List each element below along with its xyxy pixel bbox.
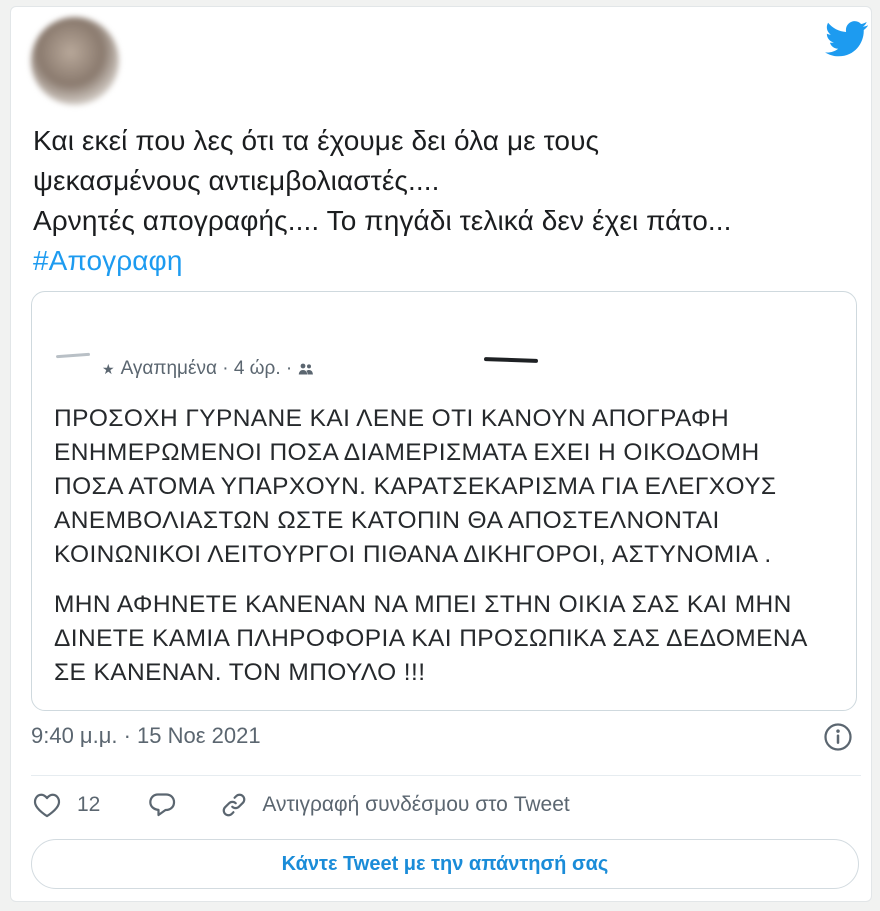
quoted-text-line: ΚΟΙΝΩΝΙΚΟΙ ΛΕΙΤΟΥΡΓΟΙ ΠΙΘΑΝΑ ΔΙΚΗΓΟΡΟΙ, … [54, 541, 772, 568]
hashtag-link[interactable]: #Απογραφη [33, 241, 863, 281]
copy-link-label: Αντιγραφή συνδέσμου στο Tweet [262, 793, 570, 816]
quoted-text-line: ΑΝΕΜΒΟΛΙΑΣΤΩΝ ΩΣΤΕ ΚΑΤΟΠΙΝ ΘΑ ΑΠΟΣΤΕΛΝΟΝ… [54, 507, 720, 534]
quoted-text-line: ΣΕ ΚΑΝΕΝΑΝ. ΤΟΝ ΜΠΟΥΛΟ !!! [54, 659, 426, 686]
quoted-text-line: ΕΝΗΜΕΡΩΜΕΝΟΙ ΠΟΣΑ ΔΙΑΜΕΡΙΣΜΑΤΑ ΕΧΕΙ Η ΟΙ… [54, 439, 760, 466]
tweet-text-line: Και εκεί που λες ότι τα έχουμε δει όλα μ… [33, 125, 600, 156]
tweet-text-line: ψεκασμένους αντιεμβολιαστές.... [33, 165, 440, 196]
quoted-post-text: ΠΡΟΣΟΧΗ ΓΥΡΝΑΝΕ ΚΑΙ ΛΕΝΕ ΟΤΙ ΚΑΝΟΥΝ ΑΠΟΓ… [54, 402, 844, 690]
copy-link-button[interactable]: Αντιγραφή συνδέσμου στο Tweet [220, 791, 570, 819]
tweet-actions: 12 Αντιγραφή συνδέσμου στο Tweet [33, 791, 570, 819]
quoted-post[interactable]: ★ Αγαπημένα · 4 ώρ. · ΠΡΟΣΟΧΗ ΓΥΡΝΑΝΕ ΚΑ… [31, 291, 857, 711]
author-avatar[interactable] [31, 17, 119, 105]
info-icon[interactable] [823, 722, 853, 752]
quoted-text-line: ΠΡΟΣΟΧΗ ΓΥΡΝΑΝΕ ΚΑΙ ΛΕΝΕ ΟΤΙ ΚΑΝΟΥΝ ΑΠΟΓ… [54, 405, 730, 432]
quoted-post-meta: ★ Αγαπημένα · 4 ώρ. · [102, 358, 314, 380]
quoted-author-avatar [55, 352, 91, 359]
quoted-author-name-redacted [483, 357, 539, 363]
like-button[interactable]: 12 [33, 792, 100, 818]
tweet-text-line: Αρνητές απογραφής.... Το πηγάδι τελικά δ… [33, 205, 732, 236]
heart-icon [33, 793, 61, 818]
twitter-bird-icon[interactable] [825, 21, 869, 57]
link-icon [223, 793, 246, 817]
quoted-text-line: ΔΙΝΕΤΕ ΚΑΜΙΑ ΠΛΗΡΟΦΟΡΙΑ ΚΑΙ ΠΡΟΣΩΠΙΚΑ ΣΑ… [54, 625, 808, 652]
like-count: 12 [77, 793, 101, 816]
quoted-post-audience-time: Αγαπημένα · 4 ώρ. · [120, 358, 293, 379]
tweet-timestamp[interactable]: 9:40 μ.μ. · 15 Νοε 2021 [31, 723, 261, 749]
quoted-text-line: ΠΟΣΑ ΑΤΟΜΑ ΥΠΑΡΧΟΥΝ. ΚΑΡΑΤΣΕΚΑΡΙΣΜΑ ΓΙΑ … [54, 473, 777, 500]
tweet-body: Και εκεί που λες ότι τα έχουμε δει όλα μ… [33, 121, 863, 281]
reply-bubble-icon [149, 793, 176, 817]
people-icon [299, 363, 314, 375]
reply-button[interactable] [148, 791, 176, 819]
quoted-text-line: ΜΗΝ ΑΦΗΝΕΤΕ ΚΑΝΕΝΑΝ ΝΑ ΜΠΕΙ ΣΤΗΝ ΟΙΚΙΑ Σ… [54, 591, 792, 618]
divider [31, 775, 861, 776]
star-icon: ★ [102, 360, 115, 377]
tweet-reply-button[interactable]: Κάντε Tweet με την απάντησή σας [31, 839, 859, 889]
tweet-card: Και εκεί που λες ότι τα έχουμε δει όλα μ… [10, 6, 872, 902]
